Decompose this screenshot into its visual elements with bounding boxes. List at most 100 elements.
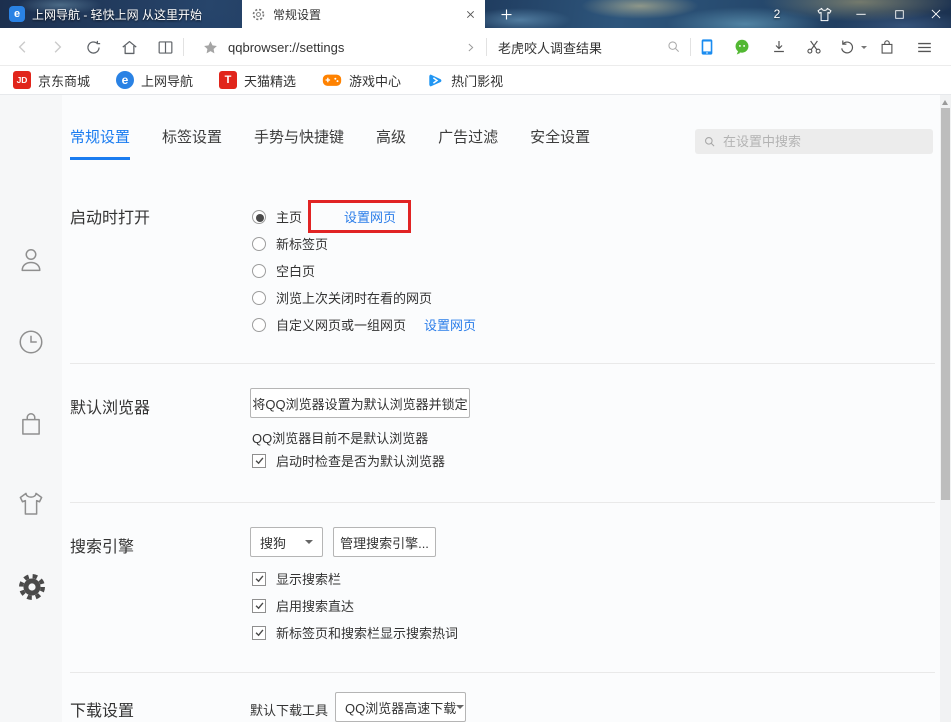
gamepad-icon bbox=[322, 72, 342, 88]
mobile-phone-icon[interactable] bbox=[694, 28, 720, 66]
settings-search-input[interactable] bbox=[723, 134, 903, 149]
bookmark-label: 京东商城 bbox=[38, 71, 90, 90]
navigation-bar: qqbrowser://settings bbox=[0, 28, 951, 66]
bookmark-label: 游戏中心 bbox=[349, 71, 401, 90]
tab-close-icon[interactable] bbox=[465, 9, 476, 20]
annotation-highlight-box bbox=[308, 200, 411, 233]
tab-security-settings[interactable]: 安全设置 bbox=[530, 126, 590, 160]
radio-label: 新标签页 bbox=[276, 234, 328, 253]
search-icon bbox=[703, 135, 717, 149]
radio-custom[interactable] bbox=[252, 318, 266, 332]
quick-search-input[interactable] bbox=[498, 40, 658, 55]
quick-search-box[interactable] bbox=[498, 28, 658, 66]
bookmark-tmall[interactable]: T 天猫精选 bbox=[219, 71, 296, 90]
checkbox-label: 显示搜索栏 bbox=[276, 569, 341, 588]
set-webpage-link-2[interactable]: 设置网页 bbox=[424, 315, 476, 334]
bookmarks-bar: JD 京东商城 e 上网导航 T 天猫精选 游戏中心 bbox=[0, 66, 951, 95]
scrollbar-thumb[interactable] bbox=[941, 108, 950, 500]
play-video-icon bbox=[427, 72, 444, 89]
undo-dropdown-caret[interactable] bbox=[858, 28, 870, 66]
radio-newtab[interactable] bbox=[252, 237, 266, 251]
tab-title: 常规设置 bbox=[273, 6, 458, 23]
divider bbox=[486, 38, 487, 56]
address-expand-chevron[interactable] bbox=[458, 28, 482, 66]
default-browser-status: QQ浏览器目前不是默认浏览器 bbox=[252, 428, 428, 447]
startup-option-blank: 空白页 bbox=[252, 261, 315, 280]
app-box-icon[interactable] bbox=[874, 28, 900, 66]
checkbox-checked[interactable] bbox=[252, 572, 266, 586]
section-divider bbox=[70, 363, 935, 364]
search-icon[interactable] bbox=[662, 28, 686, 66]
section-title-search-engine: 搜索引擎 bbox=[70, 533, 134, 557]
chevron-down-icon bbox=[456, 705, 464, 709]
settings-search-box[interactable] bbox=[695, 129, 933, 154]
radio-label: 主页 bbox=[276, 207, 302, 226]
check-show-searchbar: 显示搜索栏 bbox=[252, 569, 341, 588]
qq-nav-icon: e bbox=[116, 71, 134, 89]
refresh-button[interactable] bbox=[78, 28, 108, 66]
tab-gestures-shortcuts[interactable]: 手势与快捷键 bbox=[254, 126, 344, 160]
bookmark-nav[interactable]: e 上网导航 bbox=[116, 71, 193, 90]
selected-engine: 搜狗 bbox=[260, 533, 286, 552]
tab-settings[interactable]: 常规设置 bbox=[242, 0, 485, 28]
history-clock-icon[interactable] bbox=[16, 327, 46, 357]
set-default-browser-button[interactable]: 将QQ浏览器设置为默认浏览器并锁定 bbox=[250, 388, 470, 418]
bookmark-label: 热门影视 bbox=[451, 71, 503, 90]
shopping-bag-icon[interactable] bbox=[16, 409, 46, 439]
check-search-direct: 启用搜索直达 bbox=[252, 596, 354, 615]
scrollbar-up-arrow[interactable] bbox=[942, 100, 948, 105]
bookmark-movies[interactable]: 热门影视 bbox=[427, 71, 503, 90]
new-tab-button[interactable] bbox=[492, 0, 520, 28]
bookmark-label: 上网导航 bbox=[141, 71, 193, 90]
selected-download-tool: QQ浏览器高速下载 bbox=[345, 698, 456, 717]
checkbox-label: 新标签页和搜索栏显示搜索热词 bbox=[276, 623, 458, 642]
checkbox-checked[interactable] bbox=[252, 599, 266, 613]
bookmark-games[interactable]: 游戏中心 bbox=[322, 71, 401, 90]
wechat-messages-icon[interactable] bbox=[729, 28, 755, 66]
jd-icon: JD bbox=[13, 71, 31, 89]
tab-count-badge[interactable]: 2 bbox=[769, 0, 785, 28]
undo-restore-icon[interactable] bbox=[835, 28, 859, 66]
tab-label-settings[interactable]: 标签设置 bbox=[162, 126, 222, 160]
checkbox-checked[interactable] bbox=[252, 626, 266, 640]
tmall-icon: T bbox=[219, 71, 237, 89]
tab-title: 上网导航 - 轻快上网 从这里开始 bbox=[32, 6, 202, 23]
checkbox-checked[interactable] bbox=[252, 454, 266, 468]
user-profile-icon[interactable] bbox=[16, 245, 46, 275]
home-button[interactable] bbox=[114, 28, 144, 66]
skin-shirt-icon[interactable] bbox=[16, 489, 46, 519]
scrollbar-track[interactable] bbox=[940, 95, 951, 722]
bookmark-star-icon[interactable] bbox=[196, 28, 224, 66]
browser-window: e 上网导航 - 轻快上网 从这里开始 常规设置 2 bbox=[0, 0, 951, 722]
radio-homepage[interactable] bbox=[252, 210, 266, 224]
section-divider bbox=[70, 502, 935, 503]
back-button[interactable] bbox=[8, 28, 38, 66]
tab-general-settings[interactable]: 常规设置 bbox=[70, 126, 130, 160]
scissors-capture-icon[interactable] bbox=[801, 28, 827, 66]
maximize-button[interactable] bbox=[885, 0, 913, 28]
tab-ad-filter[interactable]: 广告过滤 bbox=[438, 126, 498, 160]
settings-gear-icon[interactable] bbox=[16, 571, 46, 601]
radio-blank[interactable] bbox=[252, 264, 266, 278]
search-engine-select[interactable]: 搜狗 bbox=[250, 527, 323, 557]
section-title-default-browser: 默认浏览器 bbox=[70, 394, 150, 418]
tab-advanced[interactable]: 高级 bbox=[376, 126, 406, 160]
reading-mode-icon[interactable] bbox=[150, 28, 180, 66]
divider bbox=[690, 38, 691, 56]
manage-search-engines-button[interactable]: 管理搜索引擎... bbox=[333, 527, 436, 557]
theme-skin-icon[interactable] bbox=[810, 0, 838, 28]
download-tool-select[interactable]: QQ浏览器高速下载 bbox=[335, 692, 466, 722]
minimize-button[interactable] bbox=[847, 0, 875, 28]
radio-lastsession[interactable] bbox=[252, 291, 266, 305]
startup-option-custom: 自定义网页或一组网页 设置网页 bbox=[252, 315, 476, 334]
address-url[interactable]: qqbrowser://settings bbox=[228, 28, 344, 66]
menu-hamburger-icon[interactable] bbox=[910, 28, 938, 66]
download-icon[interactable] bbox=[766, 28, 792, 66]
close-window-button[interactable] bbox=[922, 0, 950, 28]
tab-bar: e 上网导航 - 轻快上网 从这里开始 常规设置 2 bbox=[0, 0, 951, 28]
download-tool-label: 默认下载工具 bbox=[250, 700, 328, 719]
gear-icon bbox=[251, 7, 266, 22]
bookmark-jd[interactable]: JD 京东商城 bbox=[13, 71, 90, 90]
tab-nav-home[interactable]: e 上网导航 - 轻快上网 从这里开始 bbox=[0, 0, 242, 28]
forward-button[interactable] bbox=[42, 28, 72, 66]
